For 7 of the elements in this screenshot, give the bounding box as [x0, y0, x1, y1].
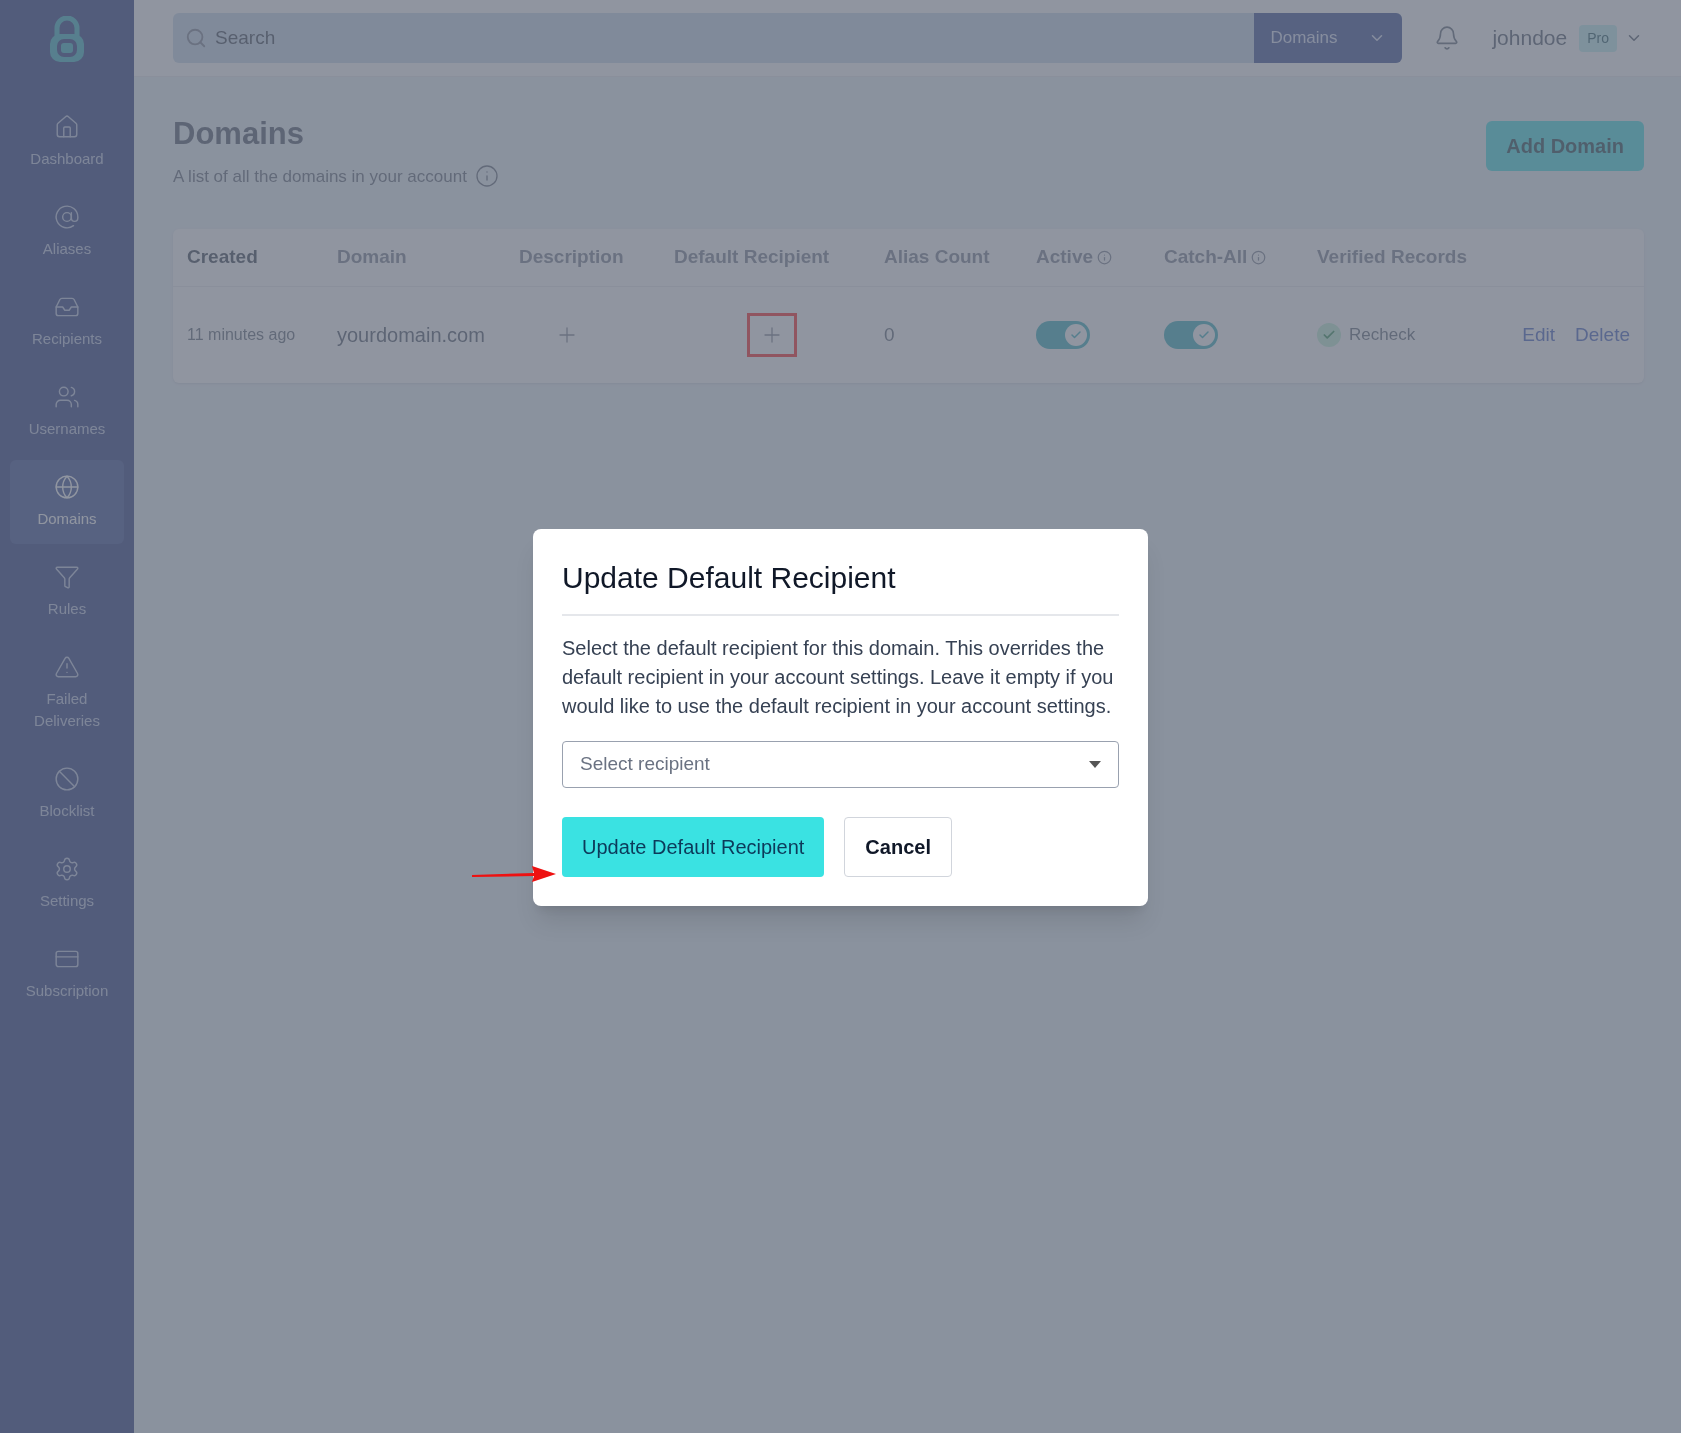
- modal-title: Update Default Recipient: [562, 555, 1119, 616]
- modal-description: Select the default recipient for this domain. This overrides the default recipient in your account settings. Leave it empty if you would like to use the default recipient in your account settings.: [562, 636, 1115, 719]
- select-placeholder: Select recipient: [580, 752, 710, 777]
- caret-icon: [1089, 761, 1101, 768]
- cancel-button[interactable]: Cancel: [844, 817, 952, 877]
- update-button[interactable]: Update Default Recipient: [562, 817, 825, 877]
- recipient-select[interactable]: Select recipient: [562, 741, 1119, 788]
